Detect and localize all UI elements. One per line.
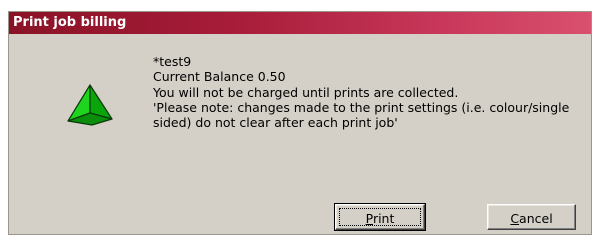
dialog-title[interactable]: Print job billing xyxy=(9,12,591,34)
print-label-rest: rint xyxy=(372,211,395,226)
billing-message: *test9 Current Balance 0.50 You will not… xyxy=(153,54,578,130)
green-pyramid-icon xyxy=(67,84,113,126)
charge-notice: You will not be charged until prints are… xyxy=(153,84,459,100)
print-job-billing-dialog: Print job billing *test9 Current Balance… xyxy=(8,11,592,235)
settings-note: 'Please note: changes made to the print … xyxy=(153,99,574,131)
cancel-button-label: Cancel xyxy=(510,209,552,229)
print-accelerator: P xyxy=(365,211,373,226)
cancel-button[interactable]: Cancel xyxy=(487,204,576,230)
cancel-label-rest: ancel xyxy=(519,211,553,226)
current-balance: Current Balance 0.50 xyxy=(153,69,286,85)
print-button[interactable]: Print xyxy=(334,203,426,231)
job-name: *test9 xyxy=(153,54,192,69)
print-button-label: Print xyxy=(366,209,395,229)
cancel-accelerator: C xyxy=(510,211,520,226)
